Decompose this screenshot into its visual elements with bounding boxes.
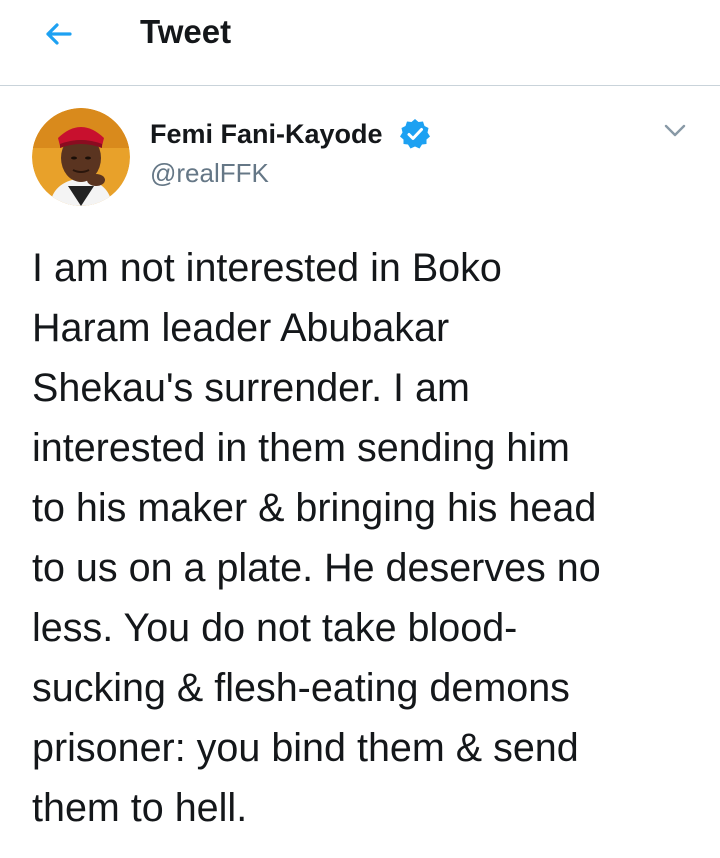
top-bar: Tweet (0, 0, 720, 86)
verified-badge (398, 117, 432, 151)
verified-badge-icon (400, 119, 430, 149)
tweet-menu-button[interactable] (660, 116, 690, 146)
page-title: Tweet (140, 13, 232, 50)
back-arrow-icon (46, 23, 72, 45)
profile-photo (32, 108, 130, 206)
author-display-name[interactable]: Femi Fani-Kayode (150, 117, 383, 151)
avatar[interactable] (32, 108, 130, 206)
tweet-text: I am not interested in Boko Haram leader… (32, 246, 601, 830)
chevron-down-icon (664, 124, 686, 137)
back-button[interactable] (40, 18, 84, 54)
author-handle[interactable]: @realFFK (150, 157, 269, 189)
